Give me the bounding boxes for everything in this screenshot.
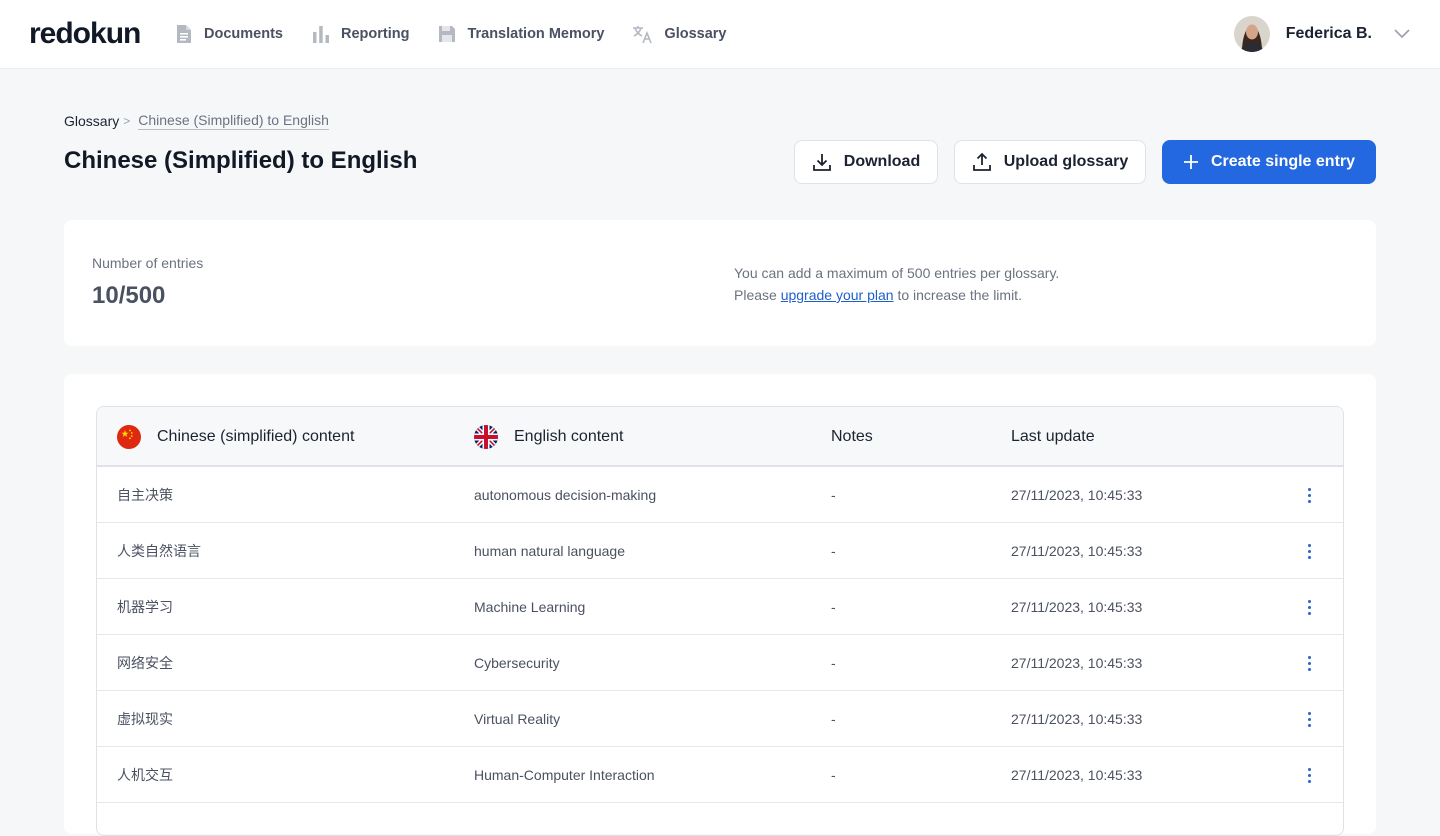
entries-count-value: 10/500 bbox=[92, 282, 166, 309]
row-menu-icon[interactable] bbox=[1299, 541, 1319, 561]
upload-icon bbox=[972, 152, 991, 171]
glossary-table-card: Chinese (simplified) content English con… bbox=[64, 374, 1376, 836]
download-button-label: Download bbox=[843, 153, 921, 170]
source-cell: 虚拟现实 bbox=[117, 711, 173, 727]
target-cell: Virtual Reality bbox=[474, 711, 561, 727]
notes-cell: - bbox=[831, 711, 836, 727]
avatar bbox=[1233, 16, 1270, 52]
nav-label-translation-memory: Translation Memory bbox=[467, 26, 605, 42]
notes-cell: - bbox=[831, 543, 836, 559]
target-cell: Cybersecurity bbox=[474, 655, 560, 671]
upgrade-plan-text: Please upgrade your plan to increase the… bbox=[734, 284, 1059, 306]
target-cell: Human-Computer Interaction bbox=[474, 767, 655, 783]
uk-flag-icon bbox=[474, 425, 498, 449]
entries-limit-info: You can add a maximum of 500 entries per… bbox=[734, 262, 1059, 306]
create-single-entry-button-label: Create single entry bbox=[1210, 153, 1356, 170]
china-flag-icon bbox=[117, 425, 141, 449]
table-row[interactable]: 人类自然语言 human natural language - 27/11/20… bbox=[97, 523, 1343, 579]
column-header-notes: Notes bbox=[831, 428, 873, 445]
column-target-label: English content bbox=[514, 428, 624, 445]
document-icon bbox=[177, 25, 191, 43]
download-icon bbox=[812, 154, 831, 171]
target-cell: autonomous decision-making bbox=[474, 487, 657, 503]
row-menu-icon[interactable] bbox=[1299, 653, 1319, 673]
chevron-right-icon: > bbox=[123, 114, 131, 128]
row-menu-icon[interactable] bbox=[1299, 765, 1319, 785]
top-navigation-bar: redokun Documents Reporting Translation … bbox=[0, 0, 1440, 69]
last-update-cell: 27/11/2023, 10:45:33 bbox=[1011, 487, 1143, 503]
entries-stats-card: Number of entries 10/500 You can add a m… bbox=[64, 220, 1376, 346]
last-update-cell: 27/11/2023, 10:45:33 bbox=[1011, 599, 1143, 615]
table-row[interactable]: 自主决策 autonomous decision-making - 27/11/… bbox=[97, 467, 1343, 523]
source-cell: 机器学习 bbox=[117, 599, 173, 615]
source-cell: 网络安全 bbox=[117, 655, 173, 671]
breadcrumb: Glossary > Chinese (Simplified) to Engli… bbox=[64, 112, 329, 130]
source-cell: 人类自然语言 bbox=[117, 543, 201, 559]
notes-cell: - bbox=[831, 487, 836, 503]
upload-glossary-button-label: Upload glossary bbox=[1003, 153, 1129, 170]
create-single-entry-button[interactable]: Create single entry bbox=[1162, 140, 1376, 184]
notes-cell: - bbox=[831, 599, 836, 615]
upload-glossary-button[interactable]: Upload glossary bbox=[954, 140, 1146, 184]
breadcrumb-glossary-link[interactable]: Glossary bbox=[64, 113, 119, 129]
nav-item-documents[interactable]: Documents bbox=[174, 24, 283, 44]
page-title: Chinese (Simplified) to English bbox=[64, 147, 418, 174]
chevron-down-icon bbox=[1394, 29, 1410, 39]
last-update-cell: 27/11/2023, 10:45:33 bbox=[1011, 655, 1143, 671]
breadcrumb-current: Chinese (Simplified) to English bbox=[138, 112, 329, 130]
user-name: Federica B. bbox=[1285, 25, 1372, 42]
notes-cell: - bbox=[831, 655, 836, 671]
translate-icon bbox=[633, 26, 653, 44]
last-update-cell: 27/11/2023, 10:45:33 bbox=[1011, 767, 1143, 783]
redokun-logo[interactable]: redokun bbox=[29, 17, 141, 51]
memory-icon bbox=[439, 26, 456, 42]
table-row[interactable]: 网络安全 Cybersecurity - 27/11/2023, 10:45:3… bbox=[97, 635, 1343, 691]
table-row[interactable]: 人机交互 Human-Computer Interaction - 27/11/… bbox=[97, 747, 1343, 803]
download-button[interactable]: Download bbox=[794, 140, 938, 184]
nav-item-translation-memory[interactable]: Translation Memory bbox=[437, 24, 604, 44]
column-source-label: Chinese (simplified) content bbox=[157, 428, 355, 445]
target-cell: human natural language bbox=[474, 543, 626, 559]
entries-limit-text: You can add a maximum of 500 entries per… bbox=[734, 265, 1060, 281]
table-row[interactable]: 机器学习 Machine Learning - 27/11/2023, 10:4… bbox=[97, 579, 1343, 635]
target-cell: Machine Learning bbox=[474, 599, 586, 615]
row-menu-icon[interactable] bbox=[1299, 709, 1319, 729]
entries-count-label: Number of entries bbox=[92, 255, 204, 271]
plus-icon bbox=[1183, 155, 1198, 169]
nav-label-glossary: Glossary bbox=[664, 26, 727, 42]
row-menu-icon[interactable] bbox=[1299, 597, 1319, 617]
source-cell: 人机交互 bbox=[117, 767, 173, 783]
upgrade-suffix: to increase the limit. bbox=[897, 287, 1022, 303]
bar-chart-icon bbox=[312, 26, 329, 43]
row-menu-icon[interactable] bbox=[1299, 485, 1319, 505]
last-update-cell: 27/11/2023, 10:45:33 bbox=[1011, 543, 1143, 559]
user-menu[interactable]: Federica B. bbox=[1233, 16, 1410, 52]
nav-item-glossary[interactable]: Glossary bbox=[632, 24, 727, 44]
column-header-source: Chinese (simplified) content bbox=[117, 407, 354, 467]
notes-cell: - bbox=[831, 767, 836, 783]
upgrade-plan-link[interactable]: upgrade your plan bbox=[781, 287, 894, 303]
column-header-last-update: Last update bbox=[1011, 428, 1095, 445]
nav-label-documents: Documents bbox=[204, 26, 283, 42]
column-header-target: English content bbox=[474, 407, 623, 467]
upgrade-prefix: Please bbox=[734, 287, 777, 303]
table-row[interactable]: 虚拟现实 Virtual Reality - 27/11/2023, 10:45… bbox=[97, 691, 1343, 747]
glossary-table: Chinese (simplified) content English con… bbox=[96, 406, 1344, 836]
last-update-cell: 27/11/2023, 10:45:33 bbox=[1011, 711, 1143, 727]
main-nav: Documents Reporting Translation Memory G… bbox=[174, 0, 755, 68]
table-header: Chinese (simplified) content English con… bbox=[97, 407, 1343, 467]
table-row[interactable] bbox=[97, 803, 1343, 835]
nav-item-reporting[interactable]: Reporting bbox=[311, 24, 409, 44]
nav-label-reporting: Reporting bbox=[340, 26, 410, 42]
source-cell: 自主决策 bbox=[117, 487, 173, 503]
